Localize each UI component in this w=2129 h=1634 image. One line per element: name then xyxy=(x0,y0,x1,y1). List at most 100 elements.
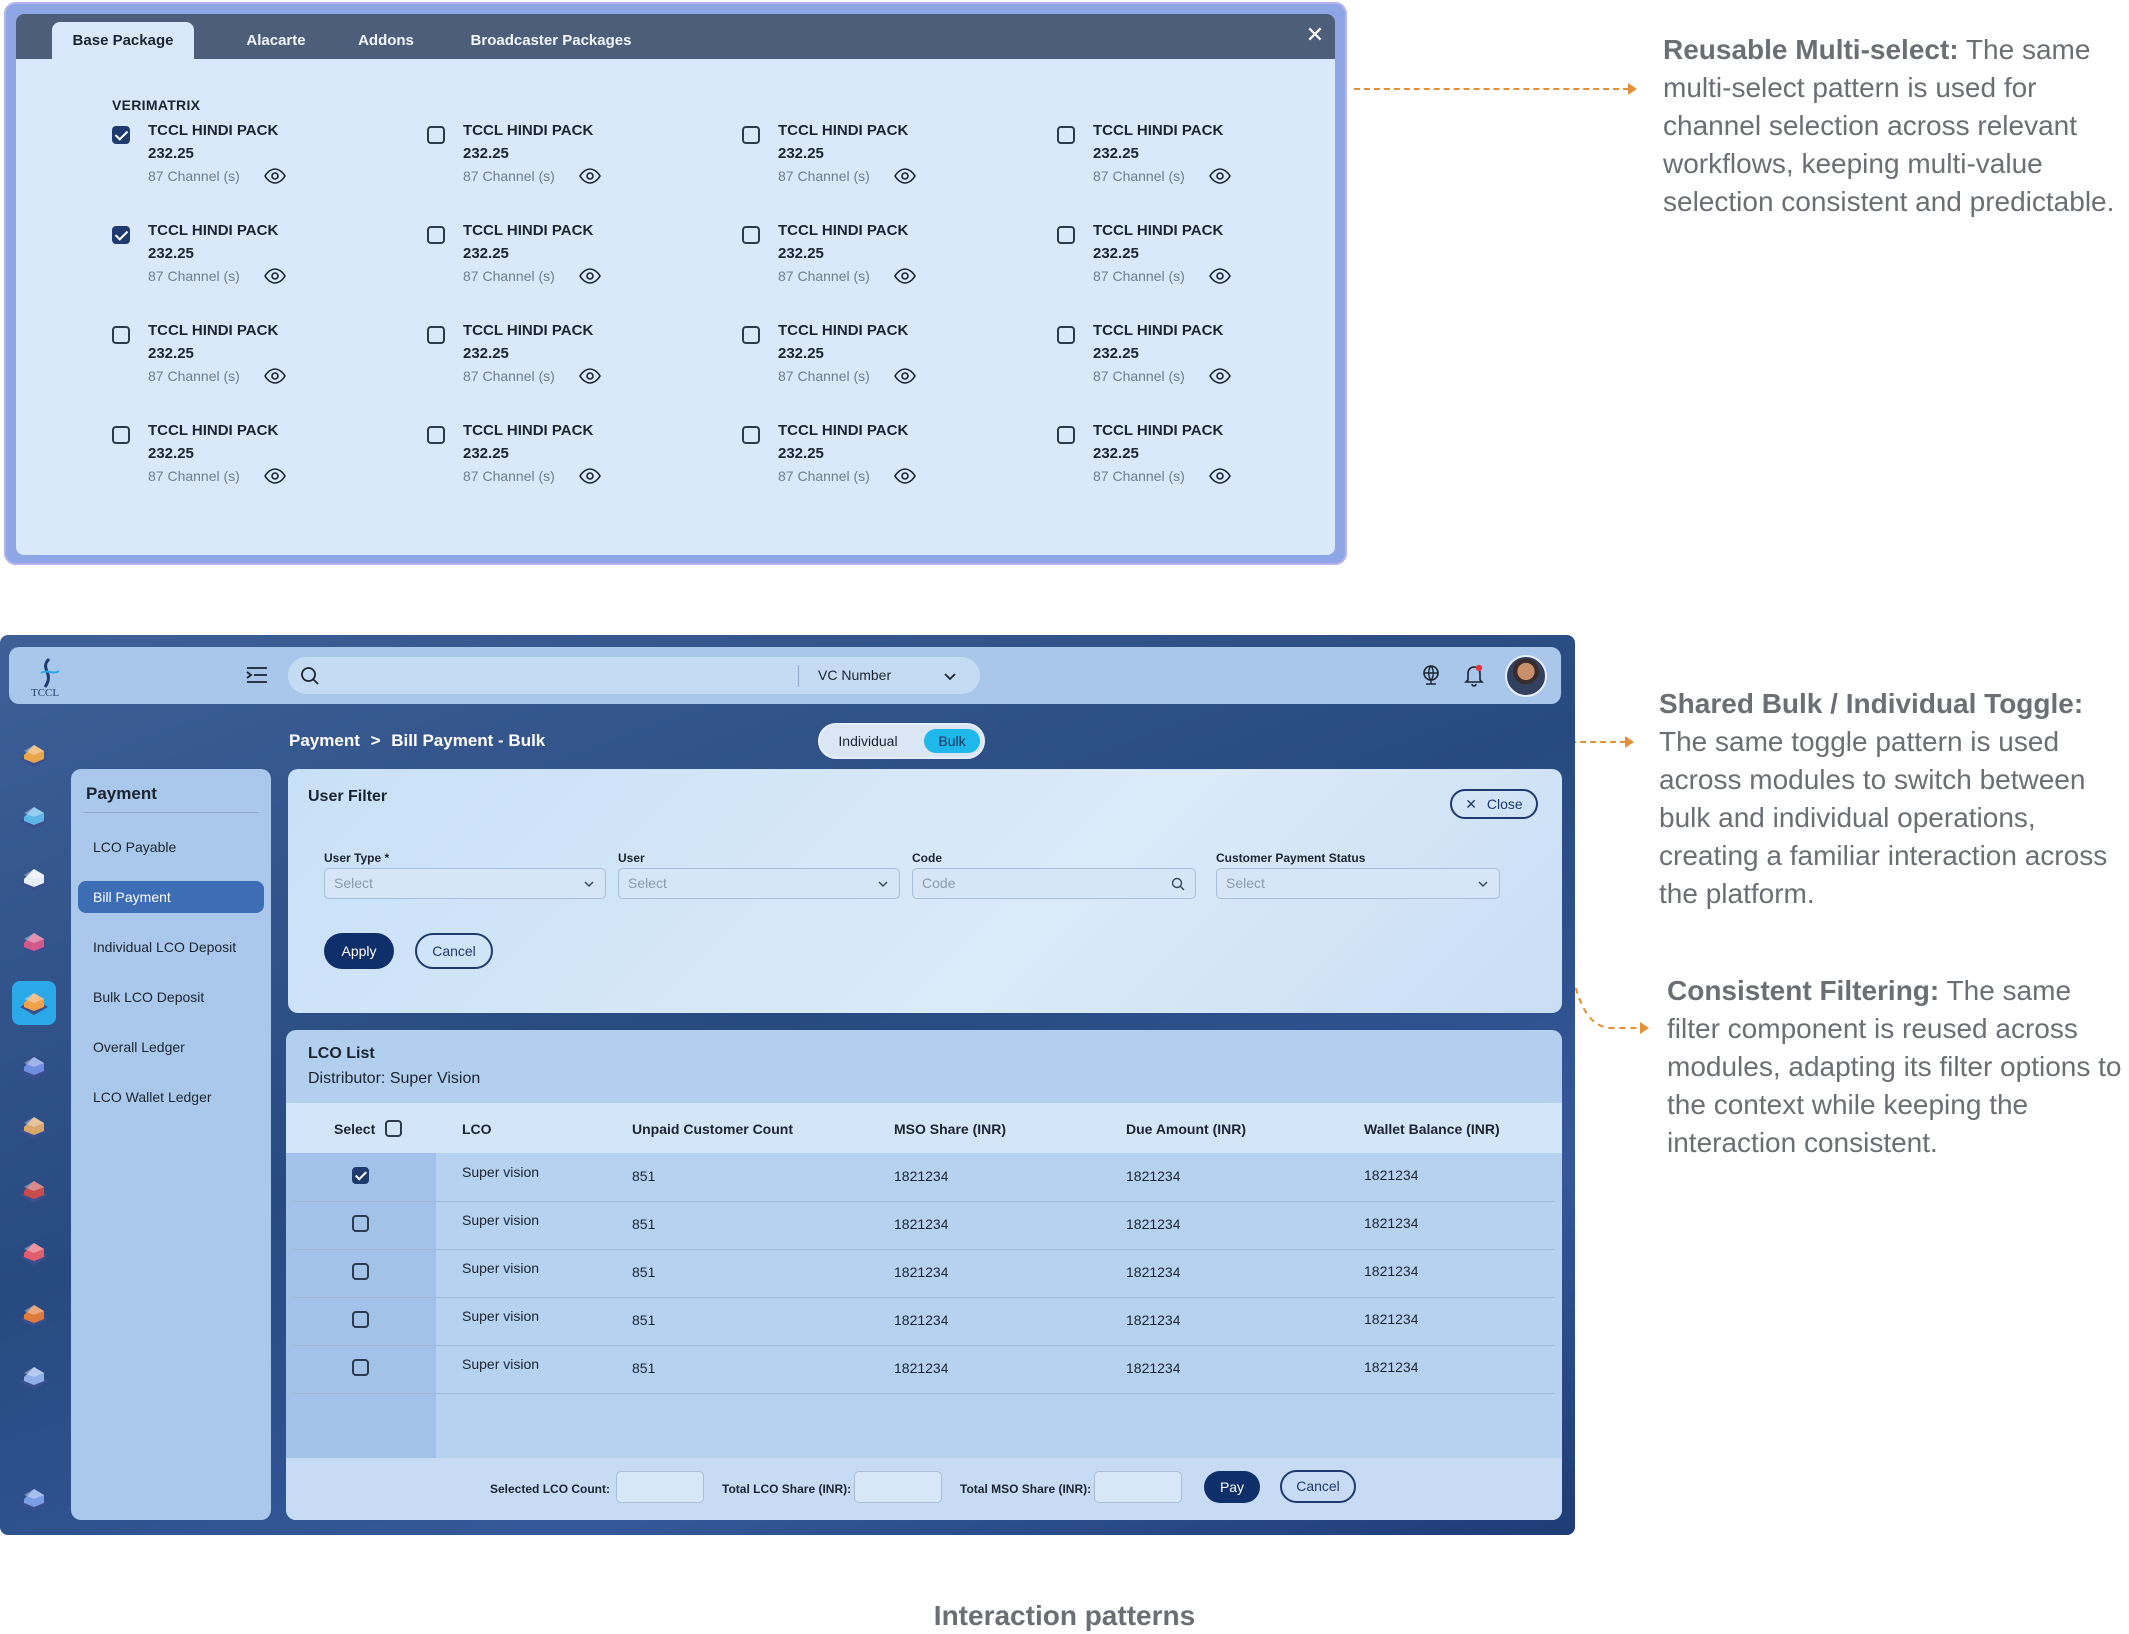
input-placeholder: Code xyxy=(922,875,956,891)
eye-icon[interactable] xyxy=(264,268,286,284)
package-checkbox[interactable] xyxy=(427,426,445,444)
globe-icon[interactable] xyxy=(1419,663,1443,687)
arrowhead-icon xyxy=(1628,83,1637,95)
select-all-checkbox[interactable] xyxy=(385,1120,402,1137)
filter-close-button[interactable]: ✕ Close xyxy=(1450,789,1538,819)
breadcrumb-parent[interactable]: Payment xyxy=(289,731,360,750)
report-icon[interactable] xyxy=(12,1293,56,1337)
logo-text: TCCL xyxy=(31,687,60,699)
package-checkbox[interactable] xyxy=(1057,226,1075,244)
bulk-individual-toggle[interactable]: Individual Bulk xyxy=(818,723,985,759)
package-checkbox[interactable] xyxy=(112,126,130,144)
package-checkbox[interactable] xyxy=(112,426,130,444)
filter-cancel-button[interactable]: Cancel xyxy=(415,933,493,969)
cell-mso-share: 1821234 xyxy=(894,1360,949,1376)
distributor-line: Distributor: Super Vision xyxy=(308,1070,480,1088)
package-item: TCCL HINDI PACK 232.25 87 Channel (s) xyxy=(742,222,1022,302)
cell-unpaid-count: 851 xyxy=(632,1216,656,1232)
package-checkbox[interactable] xyxy=(742,226,760,244)
side-menu-item[interactable]: Bill Payment xyxy=(78,881,264,913)
team-icon[interactable] xyxy=(12,1045,56,1089)
row-checkbox[interactable] xyxy=(352,1359,369,1376)
package-checkbox[interactable] xyxy=(427,226,445,244)
tab-base-package[interactable]: Base Package xyxy=(52,22,194,59)
side-menu-item[interactable]: Individual LCO Deposit xyxy=(78,931,264,963)
search-bar[interactable]: VC Number xyxy=(288,657,980,694)
tab-alacarte[interactable]: Alacarte xyxy=(216,22,336,59)
package-checkbox[interactable] xyxy=(742,126,760,144)
field-label: User Type * xyxy=(324,851,390,865)
package-checkbox[interactable] xyxy=(112,226,130,244)
package-checkbox[interactable] xyxy=(427,326,445,344)
side-menu-item[interactable]: Bulk LCO Deposit xyxy=(78,981,264,1013)
row-checkbox[interactable] xyxy=(352,1311,369,1328)
payment-icon-glyph xyxy=(20,993,48,1015)
package-checkbox[interactable] xyxy=(1057,326,1075,344)
chevron-down-icon[interactable] xyxy=(943,669,957,683)
tab-addons[interactable]: Addons xyxy=(336,22,436,59)
house-icon[interactable] xyxy=(12,733,56,777)
package-channel-count: 87 Channel (s) xyxy=(148,468,240,484)
collapse-menu-icon[interactable] xyxy=(245,665,269,685)
eye-icon[interactable] xyxy=(579,368,601,384)
package-checkbox[interactable] xyxy=(742,426,760,444)
card-icon[interactable] xyxy=(12,857,56,901)
package-price: 232.25 xyxy=(463,445,509,462)
user-icon[interactable] xyxy=(12,795,56,839)
side-menu-item[interactable]: LCO Wallet Ledger xyxy=(78,1081,264,1113)
toggle-bulk[interactable]: Bulk xyxy=(924,729,980,753)
footer-cancel-button[interactable]: Cancel xyxy=(1280,1470,1356,1503)
cell-wallet-balance: 1821234 xyxy=(1364,1167,1419,1183)
side-menu-item[interactable]: Overall Ledger xyxy=(78,1031,264,1063)
annotation-title: Consistent Filtering: xyxy=(1667,975,1940,1006)
eye-icon[interactable] xyxy=(264,368,286,384)
eye-icon[interactable] xyxy=(894,368,916,384)
eye-icon[interactable] xyxy=(1209,168,1231,184)
package-checkbox[interactable] xyxy=(742,326,760,344)
eye-icon[interactable] xyxy=(264,168,286,184)
eye-icon[interactable] xyxy=(1209,268,1231,284)
apply-button[interactable]: Apply xyxy=(324,933,394,969)
eye-icon[interactable] xyxy=(579,268,601,284)
person-icon[interactable] xyxy=(12,921,56,965)
toggle-individual[interactable]: Individual xyxy=(828,729,908,753)
eye-icon[interactable] xyxy=(264,468,286,484)
user-type-select[interactable]: Select xyxy=(324,868,606,899)
bell-icon[interactable] xyxy=(1462,662,1486,688)
box-icon[interactable] xyxy=(12,1105,56,1149)
eye-icon[interactable] xyxy=(894,268,916,284)
search-type-select[interactable]: VC Number xyxy=(818,667,891,683)
package-name: TCCL HINDI PACK xyxy=(778,322,909,339)
offer-icon[interactable] xyxy=(12,1231,56,1275)
cell-mso-share: 1821234 xyxy=(894,1264,949,1280)
close-icon[interactable]: ✕ xyxy=(1303,23,1327,47)
document-icon[interactable] xyxy=(12,1355,56,1399)
settings-icon[interactable] xyxy=(12,1477,56,1521)
package-checkbox[interactable] xyxy=(1057,426,1075,444)
annotation-title: Shared Bulk / Individual Toggle: xyxy=(1659,688,2084,719)
row-checkbox[interactable] xyxy=(352,1167,369,1184)
code-search-input[interactable]: Code xyxy=(912,868,1196,899)
side-menu-item[interactable]: LCO Payable xyxy=(78,831,264,863)
payment-status-select[interactable]: Select xyxy=(1216,868,1500,899)
user-select[interactable]: Select xyxy=(618,868,900,899)
pay-button[interactable]: Pay xyxy=(1204,1471,1260,1503)
package-channel-count: 87 Channel (s) xyxy=(1093,268,1185,284)
eye-icon[interactable] xyxy=(894,468,916,484)
eye-icon[interactable] xyxy=(579,468,601,484)
row-checkbox[interactable] xyxy=(352,1263,369,1280)
eye-icon[interactable] xyxy=(579,168,601,184)
package-checkbox[interactable] xyxy=(112,326,130,344)
payment-icon[interactable] xyxy=(12,981,56,1025)
package-checkbox[interactable] xyxy=(427,126,445,144)
package-price: 232.25 xyxy=(148,245,194,262)
tab-broadcaster-packages[interactable]: Broadcaster Packages xyxy=(456,22,646,59)
avatar[interactable] xyxy=(1505,655,1547,697)
package-checkbox[interactable] xyxy=(1057,126,1075,144)
row-checkbox[interactable] xyxy=(352,1215,369,1232)
search-input[interactable] xyxy=(328,663,792,689)
eye-icon[interactable] xyxy=(894,168,916,184)
tv-icon[interactable] xyxy=(12,1169,56,1213)
eye-icon[interactable] xyxy=(1209,368,1231,384)
eye-icon[interactable] xyxy=(1209,468,1231,484)
